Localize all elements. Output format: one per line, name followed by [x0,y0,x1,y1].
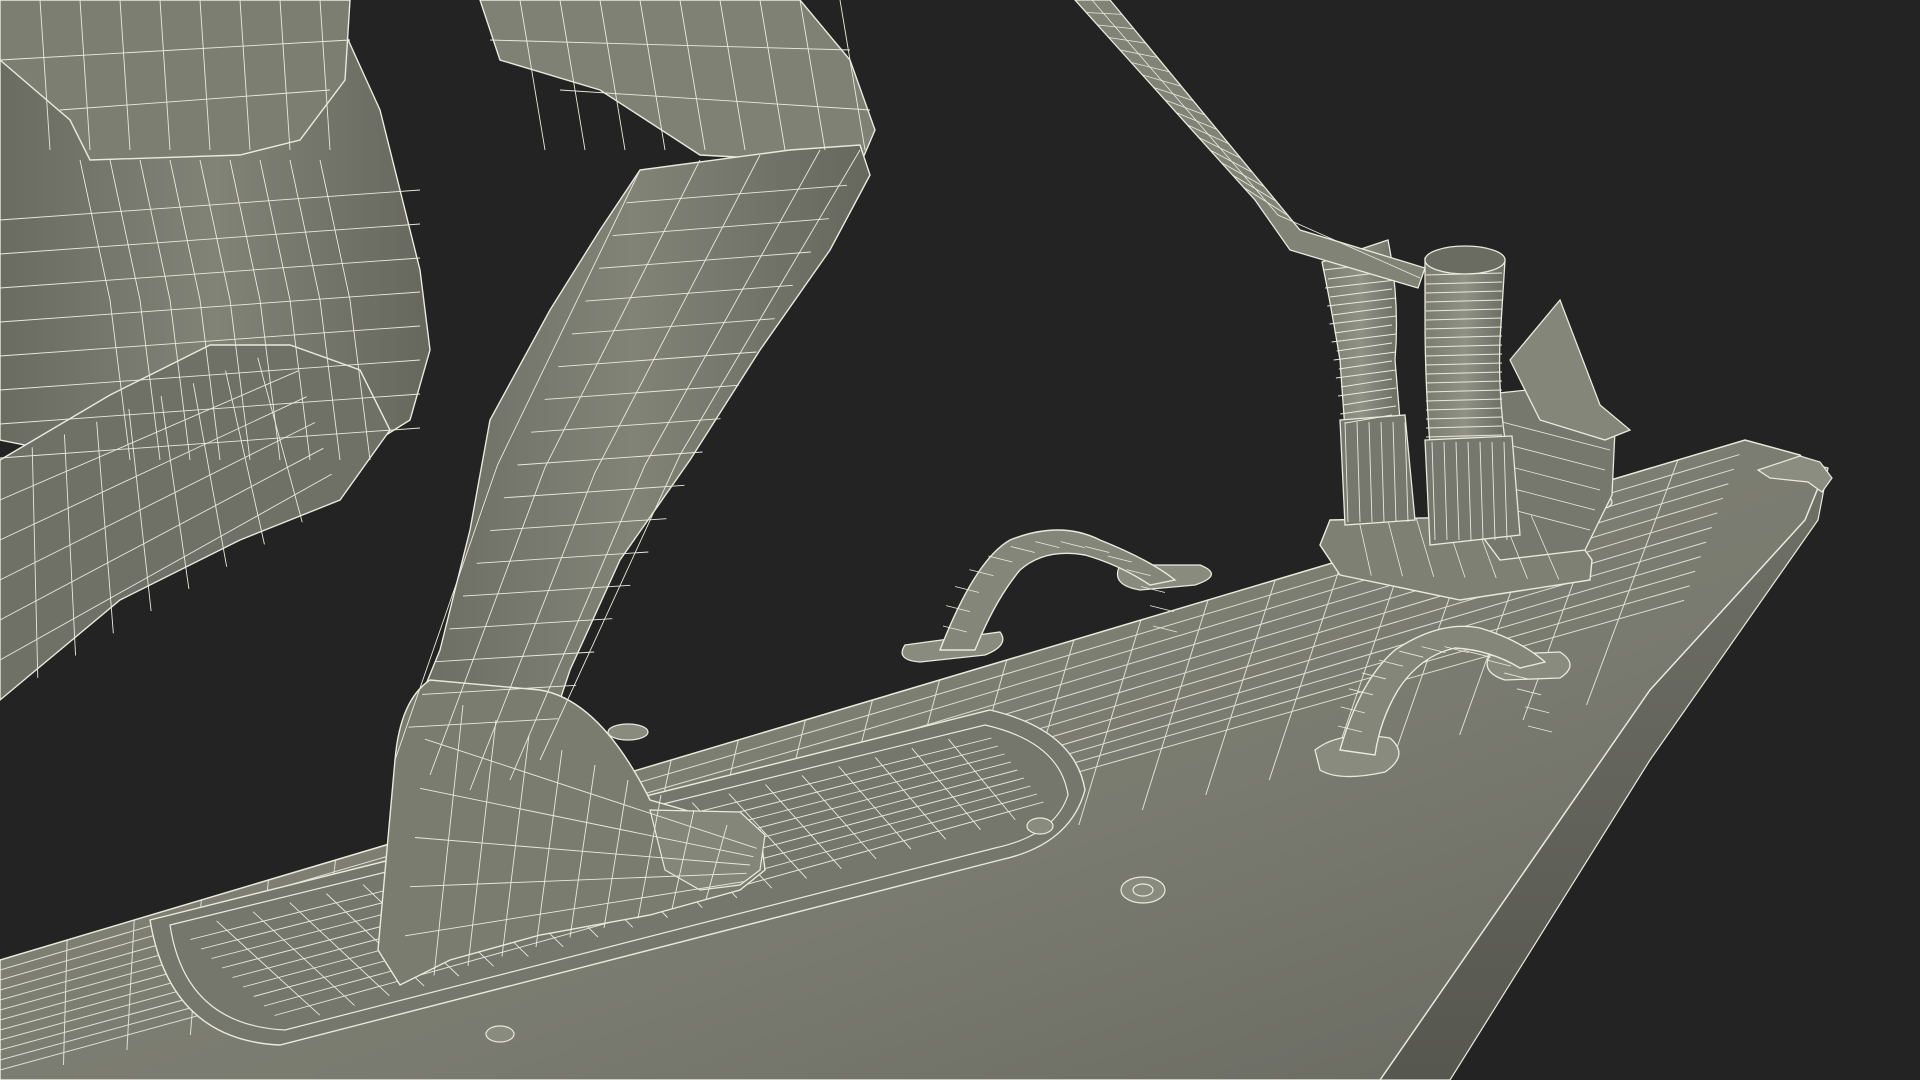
deck-screw [485,1025,515,1043]
rider-back-leg [0,0,431,701]
deck-screw [607,723,649,741]
render-viewport [0,0,1920,1080]
front-thigh [479,0,876,166]
deck-screw [1026,817,1054,835]
deck-screw [1132,883,1154,897]
wireframe-render [0,0,1833,1080]
